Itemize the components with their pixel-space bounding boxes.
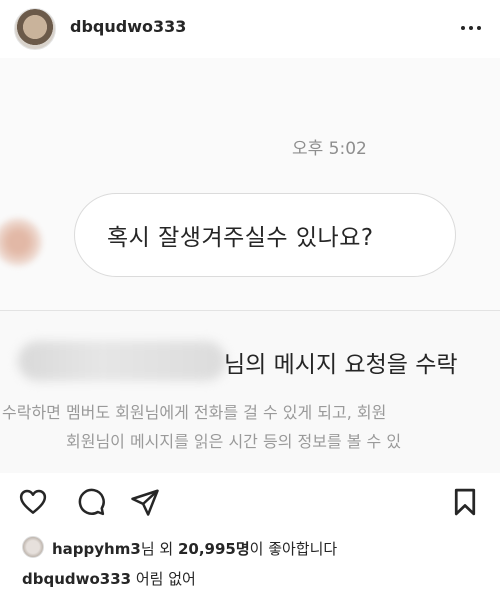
liker-username[interactable]: happyhm3 xyxy=(52,540,141,558)
message-text: 혹시 잘생겨주실수 있나요? xyxy=(107,225,374,251)
blurred-sender-avatar xyxy=(0,218,42,266)
likes-suffix2: 이 좋아합니다 xyxy=(249,540,338,558)
bookmark-icon[interactable] xyxy=(450,487,480,517)
post-header: dbqudwo333 xyxy=(0,0,500,58)
more-horizontal-icon[interactable] xyxy=(456,18,486,38)
request-title: 님의 메시지 요청을 수락 xyxy=(224,352,458,378)
caption-text: 어림 없어 xyxy=(131,570,196,588)
request-description-line1: 수락하면 멤버도 회원님에게 전화를 걸 수 있게 되고, 회원 xyxy=(2,403,387,422)
header-username[interactable]: dbqudwo333 xyxy=(70,17,186,36)
liker-avatar xyxy=(22,536,44,558)
message-bubble: 혹시 잘생겨주실수 있나요? xyxy=(74,193,456,277)
likes-count[interactable]: 20,995명 xyxy=(178,540,250,558)
caption-username[interactable]: dbqudwo333 xyxy=(22,570,131,588)
post-image[interactable]: 오후 5:02 혹시 잘생겨주실수 있나요? 님의 메시지 요청을 수락 수락하… xyxy=(0,58,500,473)
comment-icon[interactable] xyxy=(76,487,106,517)
caption: dbqudwo333 어림 없어 xyxy=(22,568,196,589)
blurred-requester-name xyxy=(18,341,226,381)
dm-screenshot: 오후 5:02 혹시 잘생겨주실수 있나요? xyxy=(0,58,500,310)
share-icon[interactable] xyxy=(130,487,160,517)
likes-row[interactable]: happyhm3님 외 20,995명이 좋아합니다 xyxy=(0,530,500,562)
action-bar xyxy=(0,473,500,531)
heart-icon[interactable] xyxy=(18,487,48,517)
message-timestamp: 오후 5:02 xyxy=(292,139,367,159)
likes-text[interactable]: happyhm3님 외 20,995명이 좋아합니다 xyxy=(52,538,337,559)
message-request-panel: 님의 메시지 요청을 수락 수락하면 멤버도 회원님에게 전화를 걸 수 있게 … xyxy=(0,311,500,473)
likes-suffix1: 님 외 xyxy=(140,540,178,558)
profile-avatar[interactable] xyxy=(14,8,56,50)
request-description-line2: 회원님이 메시지를 읽은 시간 등의 정보를 볼 수 있 xyxy=(66,432,402,451)
